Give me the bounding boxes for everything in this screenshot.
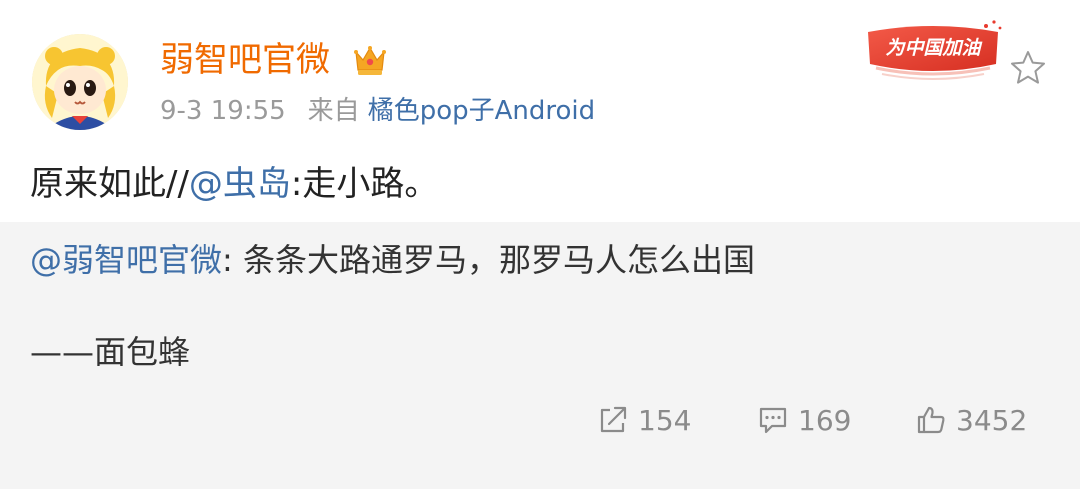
source-link[interactable]: 橘色pop子Android (368, 96, 595, 126)
repost-count: 154 (638, 403, 692, 437)
like-icon (917, 406, 945, 434)
repost-button[interactable]: 154 (596, 400, 691, 440)
post-text: 原来如此//@虫岛:走小路。 (30, 162, 438, 206)
star-icon[interactable] (1008, 48, 1048, 88)
repost-signature: ——面包蜂 (30, 333, 191, 371)
crown-icon (350, 40, 390, 80)
comment-icon (759, 407, 787, 434)
source-prefix: 来自 (307, 96, 360, 126)
repost-body: : 条条大路通罗马，那罗马人怎么出国 (222, 241, 755, 279)
username[interactable]: 弱智吧官微 (160, 38, 330, 82)
comment-button[interactable]: 169 (756, 400, 851, 440)
action-bar: 154 169 3452 (0, 400, 1080, 440)
avatar[interactable] (32, 34, 128, 130)
campaign-badge: 为中国加油 (858, 18, 1008, 82)
repost-line: @弱智吧官微: 条条大路通罗马，那罗马人怎么出国 (30, 238, 755, 282)
repost-card[interactable]: @弱智吧官微: 条条大路通罗马，那罗马人怎么出国 ——面包蜂 154 169 3… (0, 222, 1080, 489)
repost-author-link[interactable]: @弱智吧官微 (30, 241, 222, 279)
post-text-suffix: :走小路。 (290, 164, 439, 204)
post-meta: 9-3 19:55 来自 橘色pop子Android (160, 94, 595, 128)
post-timestamp: 9-3 19:55 (160, 96, 286, 126)
post-text-prefix: 原来如此// (30, 164, 189, 204)
anime-avatar-image (32, 34, 128, 130)
share-icon (600, 406, 627, 433)
campaign-badge-text: 为中国加油 (885, 37, 982, 59)
weibo-post: 弱智吧官微 9-3 19:55 来自 橘色pop子Android 为中国加油 原… (0, 0, 1080, 489)
like-button[interactable]: 3452 (914, 400, 1027, 440)
like-count: 3452 (956, 403, 1028, 437)
comment-count: 169 (798, 403, 852, 437)
mention-link[interactable]: @虫岛 (189, 164, 291, 204)
